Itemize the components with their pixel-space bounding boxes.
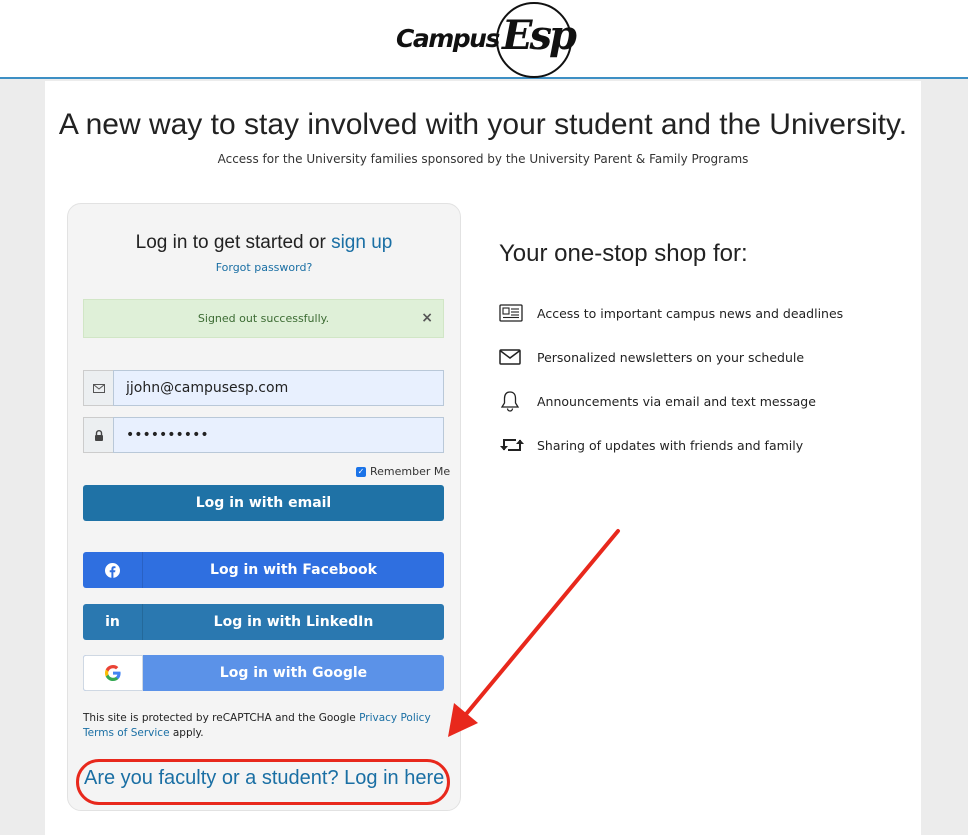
login-title: Log in to get started or sign up	[67, 232, 461, 254]
page-headline: A new way to stay involved with your stu…	[58, 108, 908, 141]
close-icon[interactable]: ×	[421, 310, 433, 326]
password-input[interactable]	[113, 417, 444, 453]
page-subheadline: Access for the University families spons…	[217, 152, 749, 166]
annotation-highlight-oval	[76, 759, 450, 805]
email-field-group	[83, 370, 444, 406]
feature-item: Announcements via email and text message	[499, 390, 816, 412]
campusesp-logo[interactable]: Campus Esp	[392, 2, 582, 78]
remember-me-checkbox[interactable]: ✓	[356, 466, 366, 477]
alert-message: Signed out successfully.	[197, 312, 330, 325]
terms-of-service-link[interactable]: Terms of Service	[83, 727, 170, 739]
retweet-icon	[499, 434, 525, 456]
recaptcha-notice: This site is protected by reCAPTCHA and …	[83, 711, 444, 741]
feature-text: Access to important campus news and dead…	[537, 305, 844, 321]
facebook-login-button[interactable]: Log in with Facebook	[83, 552, 444, 588]
remember-me-label: Remember Me	[370, 465, 451, 478]
envelope-icon	[499, 346, 525, 368]
feature-text: Personalized newsletters on your schedul…	[537, 349, 805, 365]
linkedin-login-button[interactable]: in Log in with LinkedIn	[83, 604, 444, 640]
feature-text: Announcements via email and text message	[537, 393, 816, 409]
feature-item: Access to important campus news and dead…	[499, 302, 843, 324]
site-header: Campus Esp	[0, 0, 968, 79]
linkedin-login-label: Log in with LinkedIn	[213, 614, 374, 630]
facebook-icon	[83, 552, 143, 588]
feature-item: Sharing of updates with friends and fami…	[499, 434, 803, 456]
logo-wordmark: Campus	[396, 24, 500, 53]
linkedin-icon-text: in	[105, 614, 120, 630]
lock-icon	[83, 417, 113, 453]
google-login-button[interactable]: Log in with Google	[83, 655, 444, 691]
google-login-label: Log in with Google	[219, 665, 368, 681]
envelope-icon	[83, 370, 113, 406]
linkedin-icon: in	[83, 604, 143, 640]
remember-me[interactable]: ✓ Remember Me	[356, 465, 450, 478]
signout-alert: Signed out successfully. ×	[83, 299, 444, 338]
logo-esp-script: Esp	[502, 12, 577, 59]
bell-icon	[499, 390, 525, 412]
recaptcha-text: This site is protected by reCAPTCHA and …	[83, 712, 360, 724]
annotation-arrow-icon	[448, 529, 620, 737]
feature-item: Personalized newsletters on your schedul…	[499, 346, 804, 368]
feature-text: Sharing of updates with friends and fami…	[537, 437, 804, 453]
email-input[interactable]	[113, 370, 444, 406]
features-heading: Your one-stop shop for:	[499, 240, 748, 267]
recaptcha-suffix: apply.	[169, 727, 204, 739]
email-login-button[interactable]: Log in with email	[83, 485, 444, 521]
password-field-group	[83, 417, 444, 453]
newspaper-icon	[499, 302, 525, 324]
facebook-login-label: Log in with Facebook	[210, 562, 377, 578]
google-icon	[83, 655, 143, 691]
forgot-password-link[interactable]: Forgot password?	[67, 261, 461, 274]
login-title-text: Log in to get started or	[135, 232, 332, 253]
signup-link[interactable]: sign up	[331, 232, 392, 253]
privacy-policy-link[interactable]: Privacy Policy	[359, 712, 431, 724]
